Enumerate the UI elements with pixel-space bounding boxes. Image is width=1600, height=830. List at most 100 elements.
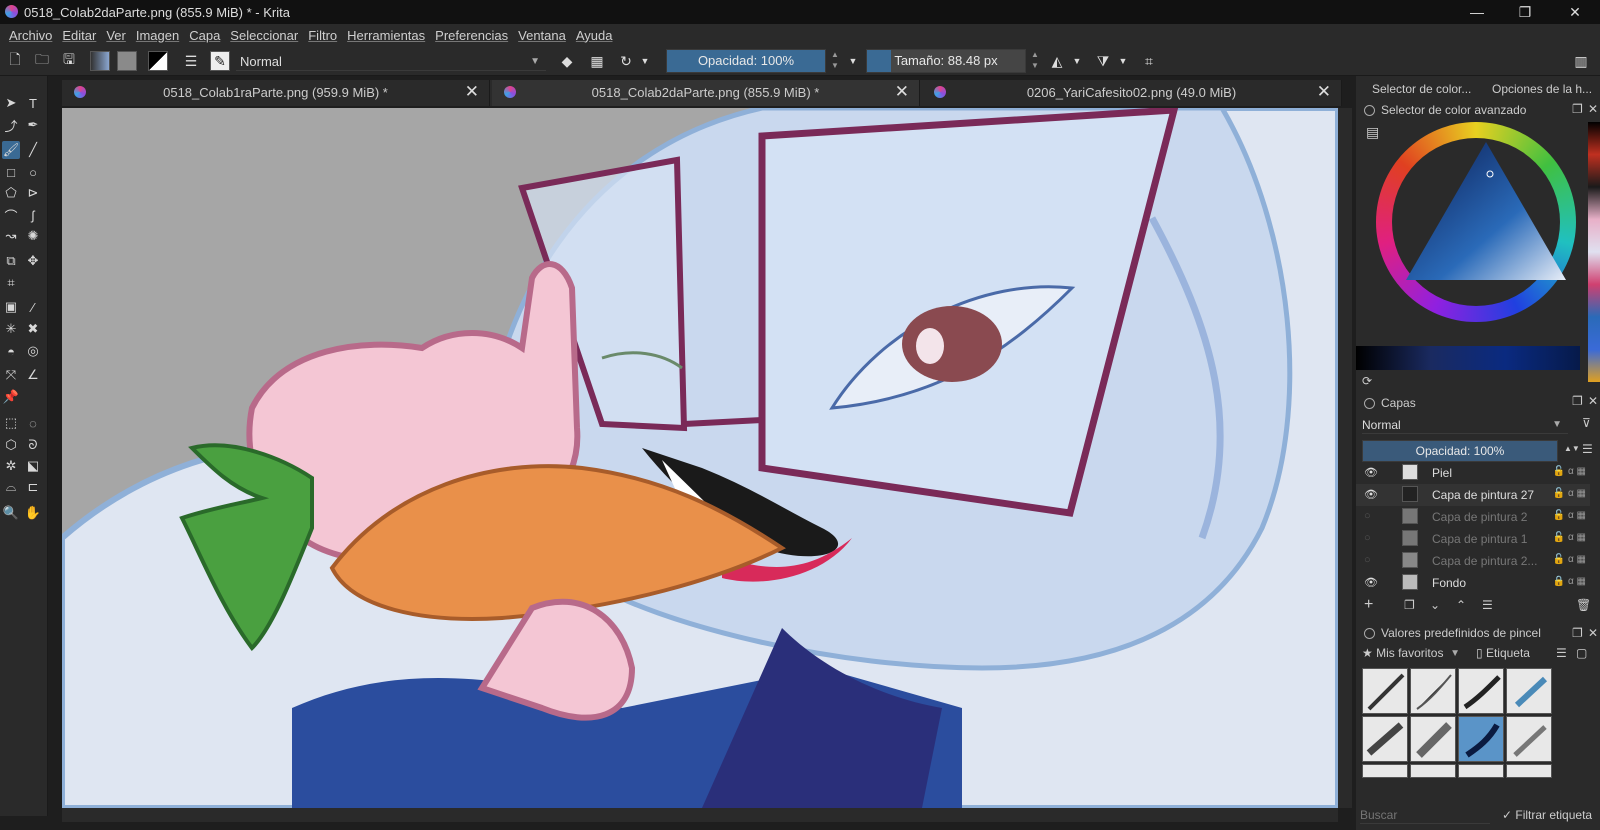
menu-filtro[interactable]: Filtro (308, 28, 337, 43)
brush-preset[interactable] (1362, 716, 1408, 762)
color-triangle[interactable] (1376, 122, 1576, 322)
delete-layer-icon[interactable]: 🗑 (1576, 598, 1591, 612)
horizontal-scrollbar[interactable] (62, 808, 1338, 822)
restore-button[interactable]: ❐ (1502, 0, 1548, 24)
tab-colab2[interactable]: 0518_Colab2daParte.png (855.9 MiB) * ✕ (492, 80, 920, 106)
eye-icon[interactable]: 👁 (1364, 466, 1378, 479)
workspace-icon[interactable]: ▥ (1572, 52, 1590, 70)
measure-tool-icon[interactable]: ∠ (24, 366, 42, 384)
polygon-tool-icon[interactable]: ⬠ (2, 184, 20, 202)
brush-preset[interactable] (1410, 668, 1456, 714)
multibrush-icon[interactable]: ✺ (24, 227, 42, 245)
brush-preset[interactable] (1458, 764, 1504, 778)
new-document-icon[interactable]: 🗋 (6, 51, 24, 70)
opacity-spin-icon[interactable]: ▲ ▼ (830, 49, 840, 73)
color-history-bar[interactable] (1356, 346, 1580, 370)
tab-color-selector[interactable]: Selector de color... (1372, 82, 1471, 96)
tag-select[interactable]: ▯ Etiqueta (1476, 646, 1548, 664)
brush-settings-icon[interactable]: ☰ (182, 52, 200, 70)
calligraphy-icon[interactable]: ✒ (24, 116, 42, 134)
smart-patch-icon[interactable]: ✖ (24, 320, 42, 338)
bezier-tool-icon[interactable]: ⌒ (2, 206, 20, 224)
polyline-tool-icon[interactable]: ⊳ (24, 184, 42, 202)
layer-flags-icon[interactable]: 🔓 α ▦ (1553, 554, 1586, 565)
pattern-swatch[interactable] (117, 51, 137, 71)
fill-tool-icon[interactable]: ◓ (2, 342, 20, 360)
pan-tool-icon[interactable]: ✋ (24, 504, 42, 522)
layer-row[interactable]: ○ Capa de pintura 2... 🔓 α ▦ (1356, 550, 1590, 572)
line-tool-icon[interactable]: ╱ (24, 141, 42, 159)
eye-icon[interactable]: 👁 (1364, 488, 1378, 501)
menu-capa[interactable]: Capa (189, 28, 220, 43)
menu-preferencias[interactable]: Preferencias (435, 28, 508, 43)
tab-colab1[interactable]: 0518_Colab1raParte.png (959.9 MiB) * ✕ (62, 80, 490, 106)
size-slider[interactable]: Tamaño: 88.48 px (866, 49, 1026, 73)
rectangle-tool-icon[interactable]: □ (2, 163, 20, 181)
crop-tool-icon[interactable]: ⌗ (2, 274, 20, 292)
similar-select-icon[interactable]: ⬕ (24, 457, 42, 475)
layer-flags-icon[interactable]: 🔓 α ▦ (1553, 466, 1586, 477)
blend-mode-select[interactable]: Normal ▼ (236, 52, 546, 71)
menu-ventana[interactable]: Ventana (518, 28, 566, 43)
lock-icon[interactable] (1364, 627, 1375, 639)
alpha-lock-icon[interactable]: ▦ (588, 52, 606, 70)
brush-preset[interactable] (1410, 764, 1456, 778)
eye-closed-icon[interactable]: ○ (1364, 532, 1371, 544)
freehand-select-icon[interactable]: ᘐ (24, 436, 42, 454)
layer-flags-icon[interactable]: 🔓 α ▦ (1553, 488, 1586, 499)
filter-tag-checkbox[interactable]: ✓ Filtrar etiqueta (1502, 808, 1592, 822)
color-wheel[interactable] (1376, 122, 1576, 322)
close-tab-icon[interactable]: ✕ (895, 82, 909, 102)
lock-icon[interactable] (1364, 104, 1375, 116)
layer-row[interactable]: 👁 Capa de pintura 27 🔓 α ▦ (1356, 484, 1590, 506)
duplicate-layer-icon[interactable]: ❐ (1404, 598, 1415, 612)
menu-archivo[interactable]: Archivo (9, 28, 52, 43)
size-spin-icon[interactable]: ▲ ▼ (1030, 49, 1040, 73)
open-folder-icon[interactable]: 🗀 (33, 51, 51, 70)
text-tool-icon[interactable]: T (24, 94, 42, 112)
mirror-horizontal-icon[interactable]: ◭ (1048, 52, 1066, 70)
colorize-mask-icon[interactable]: ✳ (2, 320, 20, 338)
layer-row[interactable]: 👁 Fondo 🔒 α ▦ (1356, 572, 1590, 594)
assistant-tool-icon[interactable]: ⤧ (2, 366, 20, 384)
color-picker-icon[interactable]: ⁄ (24, 298, 42, 316)
eye-icon[interactable]: 👁 (1364, 576, 1378, 589)
tab-yaricafesito[interactable]: 0206_YariCafesito02.png (49.0 MiB) ✕ (922, 80, 1342, 106)
brush-preset[interactable] (1506, 668, 1552, 714)
brush-preset[interactable] (1458, 668, 1504, 714)
layer-row[interactable]: ○ Capa de pintura 2 🔓 α ▦ (1356, 506, 1590, 528)
layer-opacity-slider[interactable]: Opacidad: 100% (1362, 440, 1558, 462)
ellipse-tool-icon[interactable]: ○ (24, 163, 42, 181)
layer-flags-icon[interactable]: 🔓 α ▦ (1553, 532, 1586, 543)
chevron-down-icon[interactable]: ▼ (1068, 52, 1086, 70)
layer-flags-icon[interactable]: 🔓 α ▦ (1553, 510, 1586, 521)
freehand-path-icon[interactable]: ʃ (24, 206, 42, 224)
freehand-brush-icon[interactable]: 🖌 (2, 141, 20, 159)
color-palette-strip[interactable] (1588, 122, 1600, 382)
close-panel-icon[interactable]: ✕ (1588, 394, 1598, 408)
ellipse-select-icon[interactable]: ◌ (24, 414, 42, 432)
close-window-button[interactable]: ✕ (1552, 0, 1598, 24)
close-panel-icon[interactable]: ✕ (1588, 102, 1598, 116)
save-icon[interactable]: 🖫 (60, 51, 78, 70)
brush-preset-selected[interactable] (1458, 716, 1504, 762)
favorites-select[interactable]: ★ Mis favoritos ▼ (1362, 646, 1466, 664)
enclose-fill-icon[interactable]: ◎ (24, 342, 42, 360)
transform-tool-icon[interactable]: ⧉ (2, 252, 20, 270)
lock-icon[interactable]: 🔒 α ▦ (1553, 576, 1586, 587)
tab-tool-options[interactable]: Opciones de la h... (1492, 82, 1592, 96)
brush-preset-icon[interactable]: ✎ (210, 51, 230, 71)
view-mode-icon[interactable]: ☰ (1556, 646, 1567, 660)
filter-icon[interactable]: ⊽ (1582, 416, 1591, 430)
float-icon[interactable]: ❐ (1572, 626, 1583, 640)
edit-shapes-icon[interactable]: ⤴ (2, 116, 20, 134)
rect-select-icon[interactable]: ⬚ (2, 414, 20, 432)
gradient-swatch[interactable] (90, 51, 110, 71)
drawing-canvas[interactable] (62, 108, 1338, 808)
move-tool-icon[interactable]: ✥ (24, 252, 42, 270)
brush-preset[interactable] (1362, 764, 1408, 778)
zoom-tool-icon[interactable]: 🔍 (2, 504, 20, 522)
layer-row[interactable]: 👁 Piel 🔓 α ▦ (1356, 462, 1590, 484)
magnetic-select-icon[interactable]: ⊏ (24, 478, 42, 496)
storage-icon[interactable]: ▢ (1576, 646, 1587, 660)
